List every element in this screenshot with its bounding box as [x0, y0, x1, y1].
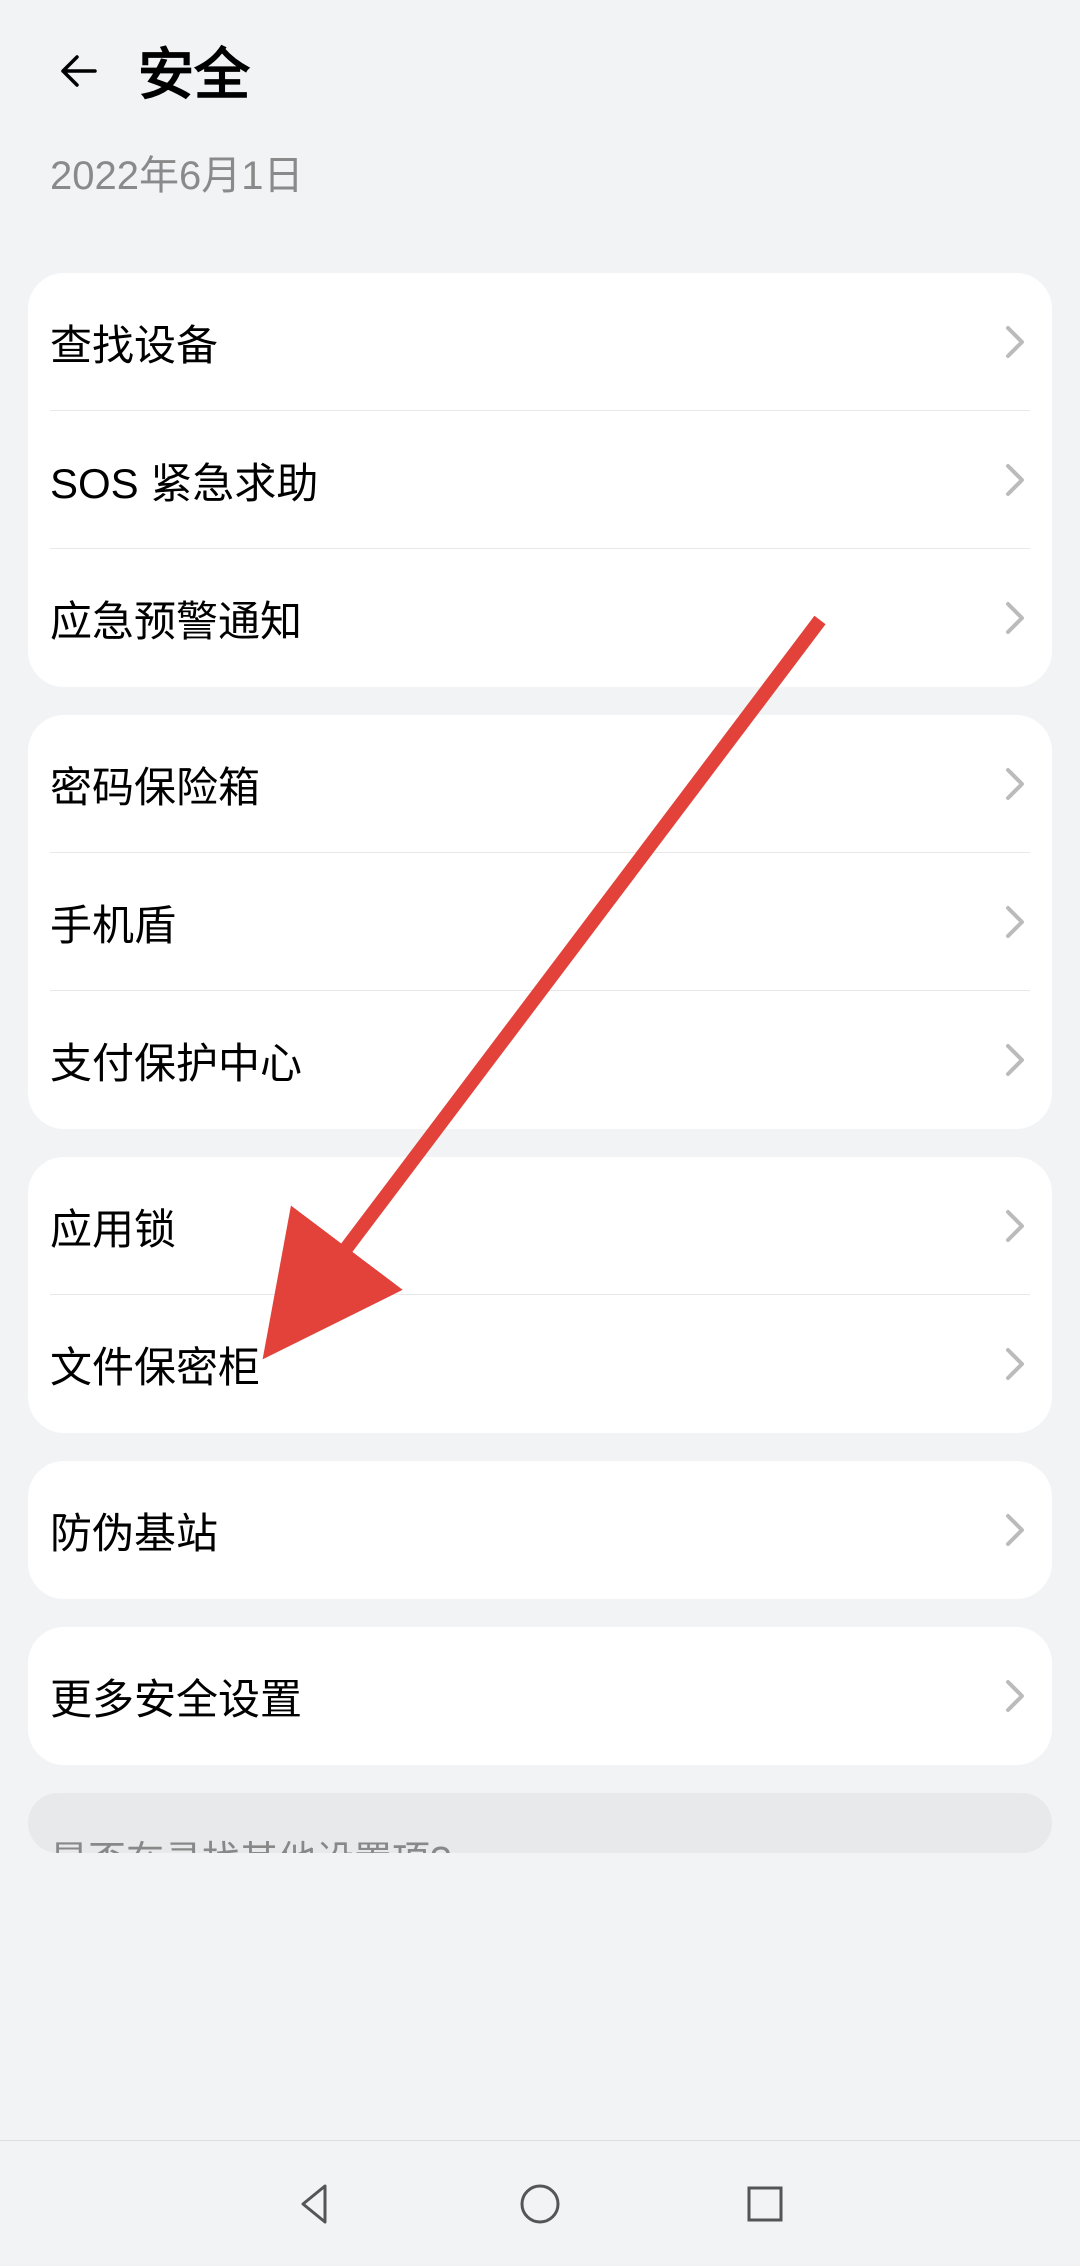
- footer-card: 是否在寻找其他设置项?: [28, 1793, 1052, 1853]
- setting-item-fake-base-station[interactable]: 防伪基站: [28, 1461, 1052, 1599]
- chevron-right-icon: [1000, 769, 1030, 799]
- setting-item-payment-protection[interactable]: 支付保护中心: [28, 991, 1052, 1129]
- chevron-right-icon: [1000, 1045, 1030, 1075]
- chevron-right-icon: [1000, 907, 1030, 937]
- setting-item-label: 手机盾: [50, 892, 176, 953]
- chevron-right-icon: [1000, 1211, 1030, 1241]
- settings-group: 更多安全设置: [28, 1627, 1052, 1765]
- settings-group: 查找设备 SOS 紧急求助应急预警通知: [28, 273, 1052, 687]
- settings-group: 防伪基站: [28, 1461, 1052, 1599]
- settings-group: 密码保险箱手机盾支付保护中心: [28, 715, 1052, 1129]
- setting-item-password-vault[interactable]: 密码保险箱: [28, 715, 1052, 853]
- setting-item-phone-shield[interactable]: 手机盾: [28, 853, 1052, 991]
- settings-list: 查找设备 SOS 紧急求助应急预警通知密码保险箱手机盾支付保护中心应用锁文件保密柜…: [0, 273, 1080, 1765]
- setting-item-label: 查找设备: [50, 312, 218, 373]
- setting-item-label: 文件保密柜: [50, 1334, 260, 1395]
- chevron-right-icon: [1000, 1681, 1030, 1711]
- chevron-right-icon: [1000, 1515, 1030, 1545]
- nav-home-button[interactable]: [510, 2174, 570, 2234]
- setting-item-emergency-alert[interactable]: 应急预警通知: [28, 549, 1052, 687]
- chevron-right-icon: [1000, 1349, 1030, 1379]
- back-icon[interactable]: [50, 42, 108, 100]
- setting-item-file-safe[interactable]: 文件保密柜: [28, 1295, 1052, 1433]
- setting-item-more-security-settings[interactable]: 更多安全设置: [28, 1627, 1052, 1765]
- setting-item-label: 应用锁: [50, 1196, 176, 1257]
- setting-item-label: 支付保护中心: [50, 1030, 302, 1091]
- setting-item-app-lock[interactable]: 应用锁: [28, 1157, 1052, 1295]
- page-date: 2022年6月1日: [50, 143, 1030, 201]
- setting-item-label: 密码保险箱: [50, 754, 260, 815]
- nav-back-button[interactable]: [285, 2174, 345, 2234]
- chevron-right-icon: [1000, 327, 1030, 357]
- system-navbar: [0, 2140, 1080, 2266]
- setting-item-label: SOS 紧急求助: [50, 450, 318, 511]
- header: 安全 2022年6月1日: [0, 0, 1080, 201]
- page-title: 安全: [138, 30, 250, 111]
- setting-item-label: 防伪基站: [50, 1500, 218, 1561]
- setting-item-sos-emergency[interactable]: SOS 紧急求助: [28, 411, 1052, 549]
- footer-more-text: 是否在寻找其他设置项?: [50, 1829, 1030, 1853]
- nav-recent-button[interactable]: [735, 2174, 795, 2234]
- settings-group: 应用锁文件保密柜: [28, 1157, 1052, 1433]
- setting-item-find-device[interactable]: 查找设备: [28, 273, 1052, 411]
- chevron-right-icon: [1000, 603, 1030, 633]
- setting-item-label: 更多安全设置: [50, 1666, 302, 1727]
- setting-item-label: 应急预警通知: [50, 588, 302, 649]
- chevron-right-icon: [1000, 465, 1030, 495]
